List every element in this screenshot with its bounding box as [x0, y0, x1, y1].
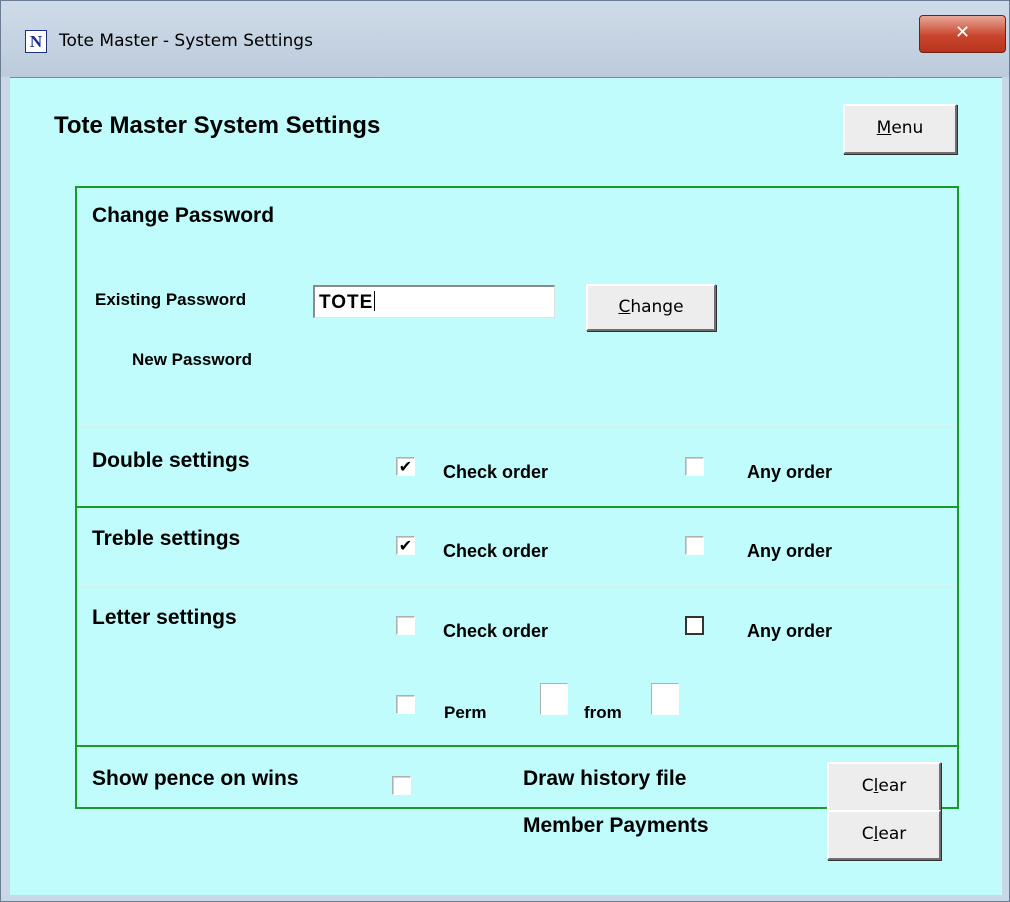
clear-draw-history-button[interactable]: Clear [827, 762, 941, 812]
member-payments-label: Member Payments [523, 814, 709, 837]
check-mark-icon: ✔ [398, 536, 413, 555]
menu-mnemonic: M [876, 118, 892, 138]
treble-settings-title: Treble settings [92, 527, 241, 550]
letter-any-order-checkbox[interactable] [685, 616, 704, 635]
new-password-label: New Password [132, 350, 252, 369]
menu-button[interactable]: Menu [843, 104, 957, 154]
double-check-order-checkbox[interactable]: ✔ [396, 457, 415, 476]
perm-count-box[interactable] [540, 683, 568, 715]
app-icon[interactable]: N [25, 30, 47, 53]
change-mnemonic: C [618, 297, 631, 317]
double-check-order-label: Check order [443, 462, 549, 482]
window-title: Tote Master - System Settings [59, 31, 313, 51]
divider-letter [77, 745, 957, 747]
show-pence-label: Show pence on wins [92, 767, 299, 790]
change-password-title: Change Password [92, 204, 275, 227]
change-password-button[interactable]: Change [586, 284, 716, 331]
settings-group [75, 186, 959, 809]
treble-any-order-checkbox[interactable] [685, 536, 704, 555]
text-caret [374, 291, 376, 311]
settings-window: N Tote Master - System Settings ✕ Tote M… [0, 0, 1010, 902]
perm-label: Perm [444, 703, 487, 722]
letter-check-order-label: Check order [443, 621, 549, 641]
treble-any-order-label: Any order [747, 541, 833, 561]
double-any-order-checkbox[interactable] [685, 457, 704, 476]
treble-check-order-label: Check order [443, 541, 549, 561]
existing-password-label: Existing Password [95, 290, 247, 309]
close-icon: ✕ [954, 22, 971, 43]
perm-checkbox[interactable] [396, 695, 415, 714]
double-any-order-label: Any order [747, 462, 833, 482]
divider-treble [77, 586, 957, 588]
letter-settings-title: Letter settings [92, 606, 237, 629]
divider-double [77, 506, 957, 508]
show-pence-checkbox[interactable] [392, 776, 411, 795]
from-count-box[interactable] [651, 683, 679, 715]
title-bar[interactable]: N Tote Master - System Settings ✕ [1, 1, 1009, 77]
clear-member-payments-button[interactable]: Clear [827, 810, 941, 860]
from-label: from [584, 703, 622, 722]
page-title: Tote Master System Settings [54, 112, 381, 139]
treble-check-order-checkbox[interactable]: ✔ [396, 536, 415, 555]
check-mark-icon: ✔ [398, 457, 413, 476]
double-settings-title: Double settings [92, 449, 250, 472]
letter-any-order-label: Any order [747, 621, 833, 641]
close-button[interactable]: ✕ [919, 15, 1006, 53]
existing-password-input[interactable]: TOTE [313, 285, 555, 318]
divider-password [77, 426, 957, 428]
letter-check-order-checkbox[interactable] [396, 616, 415, 635]
draw-history-label: Draw history file [523, 767, 687, 790]
